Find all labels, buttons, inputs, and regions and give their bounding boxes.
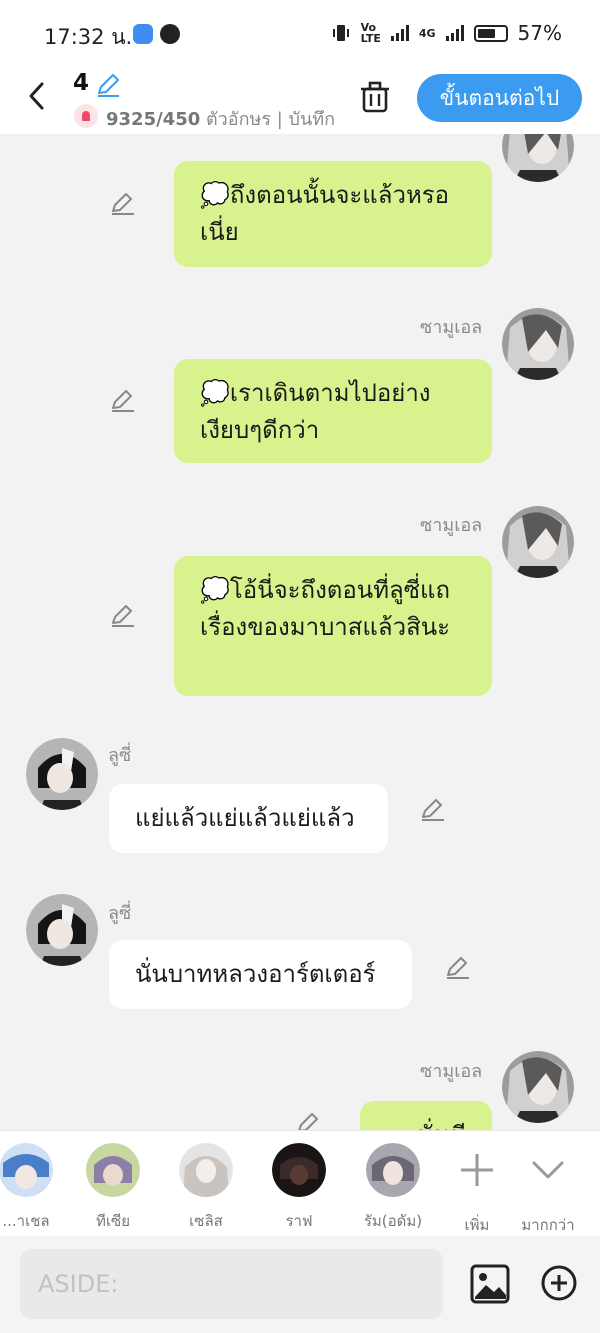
avatar-samuel[interactable] <box>502 506 574 578</box>
trash-icon[interactable] <box>358 80 392 114</box>
speaker-name: ซามูเอล <box>420 515 483 536</box>
avatar-samuel[interactable] <box>502 308 574 380</box>
edit-message-icon[interactable] <box>445 954 471 980</box>
message-bubble[interactable]: ...นั่นมี <box>360 1101 492 1130</box>
char-count-suffix: ตัวอักษร | บันทึก <box>200 109 334 130</box>
more-label: มากกว่า <box>521 1216 575 1234</box>
signal-icon-2 <box>445 25 464 41</box>
speaker-name: ลูซี่ <box>108 903 132 924</box>
character-name: ราฟ <box>285 1212 313 1230</box>
speaker-name: ลูซี่ <box>108 745 132 766</box>
edit-title-pencil-icon[interactable] <box>94 71 122 99</box>
character-name: เซลิส <box>189 1212 223 1230</box>
image-icon[interactable] <box>470 1264 510 1304</box>
more-characters-button[interactable]: มากกว่า <box>508 1143 588 1237</box>
edit-message-icon[interactable] <box>110 387 136 413</box>
app-notification-icon <box>133 24 153 44</box>
composer-bar <box>0 1236 600 1333</box>
line-app-icon <box>160 24 180 44</box>
message-bubble[interactable]: 💭ถึงตอนนั้นจะแล้วหรอเนี่ย <box>174 161 492 267</box>
battery-percent: 57% <box>517 21 562 45</box>
character-count: 9325/450 ตัวอักษร | บันทึก <box>106 104 334 133</box>
battery-icon <box>473 24 508 42</box>
speaker-name: ซามูเอล <box>420 317 483 338</box>
add-circle-icon[interactable] <box>540 1264 578 1302</box>
character-item[interactable]: ทีเซีย <box>73 1143 153 1233</box>
edit-message-icon[interactable] <box>420 796 446 822</box>
avatar-samuel[interactable] <box>502 134 574 182</box>
status-right: Vo LTE 4G 57% <box>331 21 562 45</box>
char-count-value: 9325/450 <box>106 109 201 130</box>
back-icon[interactable] <box>22 78 52 114</box>
avatar-lucy[interactable] <box>26 738 98 810</box>
character-item[interactable]: ราฟ <box>259 1143 339 1233</box>
add-label: เพิ่ม <box>464 1216 490 1234</box>
character-avatar <box>179 1143 233 1197</box>
aside-input[interactable] <box>20 1249 443 1319</box>
avatar-lucy[interactable] <box>26 894 98 966</box>
edit-message-icon[interactable] <box>110 190 136 216</box>
avatar-samuel[interactable] <box>502 1051 574 1123</box>
character-item[interactable]: รัม(อดัม) <box>353 1143 433 1233</box>
message-bubble[interactable]: 💭เราเดินตามไปอย่างเงียบๆดีกว่า <box>174 359 492 463</box>
character-strip: ...าเชล ทีเซีย เซลิส ราฟ รัม(อดัม) เพิ่ม… <box>0 1130 600 1237</box>
signal-icon <box>390 25 409 41</box>
message-bubble[interactable]: แย่แล้วแย่แล้วแย่แล้ว <box>109 784 388 853</box>
character-name: รัม(อดัม) <box>363 1212 423 1230</box>
bell-icon <box>74 104 98 128</box>
message-bubble[interactable]: นั่นบาทหลวงอาร์ตเตอร์ <box>109 940 412 1009</box>
status-bar: 17:32 น. Vo LTE 4G 57% <box>0 0 600 66</box>
next-step-button[interactable]: ขั้นตอนต่อไป <box>417 74 582 122</box>
editor-header: 4 9325/450 ตัวอักษร | บันทึก ขั้นตอนต่อไ… <box>0 66 600 134</box>
message-bubble[interactable]: 💭โอ้นี่จะถึงตอนที่ลูซี่แถเรื่องของมาบาสแ… <box>174 556 492 696</box>
chat-area: 💭ถึงตอนนั้นจะแล้วหรอเนี่ย ซามูเอล 💭เราเด… <box>0 134 600 1130</box>
edit-message-icon[interactable] <box>110 602 136 628</box>
episode-number: 4 <box>73 70 90 96</box>
character-avatar <box>366 1143 420 1197</box>
status-time: 17:32 น. <box>44 25 133 49</box>
character-item[interactable]: ...าเชล <box>0 1143 66 1233</box>
edit-message-icon[interactable] <box>296 1110 322 1130</box>
network-4g-label: 4G <box>418 26 436 40</box>
character-avatar <box>86 1143 140 1197</box>
character-name: ทีเซีย <box>96 1212 130 1230</box>
speaker-name: ซามูเอล <box>420 1061 483 1082</box>
add-character-button[interactable]: เพิ่ม <box>437 1143 517 1237</box>
character-name: ...าเชล <box>2 1212 50 1230</box>
volte-label: Vo LTE <box>360 21 381 45</box>
character-item[interactable]: เซลิส <box>166 1143 246 1233</box>
chevron-down-icon <box>532 1161 564 1179</box>
character-avatar <box>0 1143 53 1197</box>
vibrate-icon <box>332 25 349 41</box>
character-avatar <box>272 1143 326 1197</box>
plus-icon <box>461 1154 493 1186</box>
